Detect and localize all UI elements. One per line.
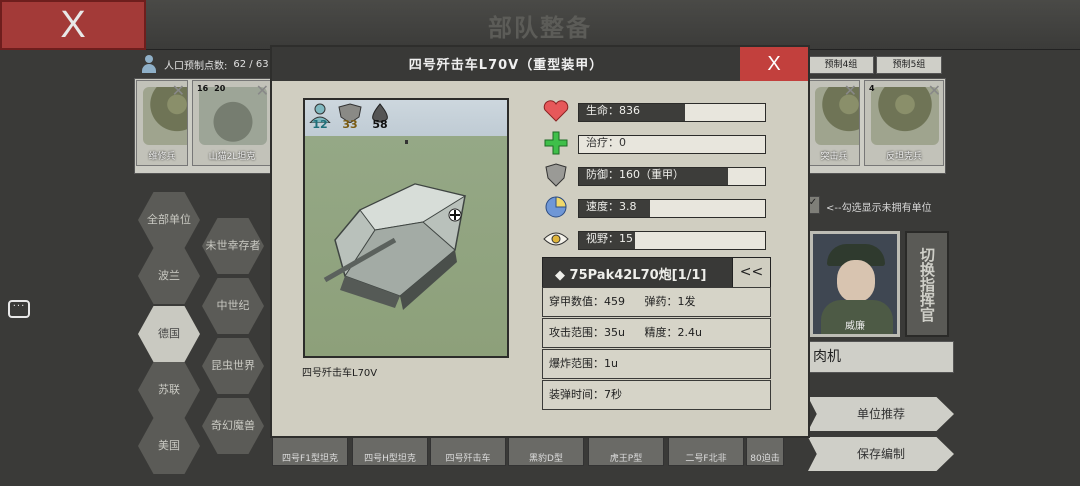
faction-germany[interactable]: 德国: [138, 306, 200, 362]
weapon-row-penetration: 穿甲数值：459 弹药：1发: [542, 287, 771, 317]
heart-icon: [542, 99, 570, 123]
eye-icon: [542, 227, 570, 251]
stat-hp: 生命：836: [542, 99, 772, 123]
deck-unit-card[interactable]: 4 ✕ 反坦克兵: [864, 80, 944, 166]
commander-unit-name: 肉机: [808, 341, 954, 373]
tank-destroyer-art: [323, 140, 467, 310]
bottom-unit-card[interactable]: 二号F北非: [668, 436, 744, 466]
armor-badge: 16: [197, 84, 209, 93]
stat-label: 防御：160（重甲）: [586, 168, 684, 181]
population-counter: 人口预制点数: 62 / 63: [140, 54, 269, 74]
shield-icon: [542, 163, 570, 187]
remove-icon[interactable]: ✕: [256, 81, 269, 100]
stat-speed: 速度：3.8: [542, 195, 772, 219]
commander-portrait[interactable]: 威廉: [810, 231, 900, 337]
stat-vision: 视野：15: [542, 227, 772, 251]
stat-label: 治疗：0: [586, 136, 626, 149]
reload-value: 装弹时间：7秒: [549, 388, 622, 401]
faction-wasteland[interactable]: 未世幸存者: [202, 218, 264, 274]
population-badge: 12: [307, 103, 333, 131]
fuel-badge: 58: [367, 103, 393, 131]
population-badge-value: 12: [312, 118, 328, 131]
faction-medieval[interactable]: 中世纪: [202, 278, 264, 334]
accuracy-value: 精度：2.4u: [644, 326, 702, 339]
recommend-button[interactable]: 单位推荐: [808, 397, 954, 431]
screen-title: 部队整备: [488, 14, 592, 42]
tab-group-4[interactable]: 预制4组: [808, 56, 874, 74]
save-button[interactable]: 保存编制: [808, 437, 954, 471]
stat-defense: 防御：160（重甲）: [542, 163, 772, 187]
show-unowned-label: <--勾选显示未拥有单位: [826, 203, 932, 214]
deck-unit-card[interactable]: ✕ 维修兵: [136, 80, 188, 166]
unit-detail-dialog: 四号歼击车L70V（重型装甲） X 12 33 58 四号歼击车L70V 生命：…: [270, 45, 810, 438]
collapse-button[interactable]: <<: [732, 258, 770, 287]
person-icon: [140, 55, 158, 73]
deck-unit-card[interactable]: ✕ 突击兵: [808, 80, 860, 166]
bottom-unit-card[interactable]: 虎王P型: [588, 436, 664, 466]
faction-fantasy[interactable]: 奇幻魔兽: [202, 398, 264, 454]
armor-badge: 33: [337, 103, 363, 131]
population-label: 人口预制点数:: [164, 60, 228, 72]
dialog-title: 四号歼击车L70V（重型装甲）: [408, 58, 604, 73]
unit-name: 维修兵: [148, 152, 176, 162]
level-badge: 4: [869, 84, 875, 93]
faction-poland[interactable]: 波兰: [138, 248, 200, 304]
remove-icon[interactable]: ✕: [928, 81, 941, 100]
deck-unit-card[interactable]: 16 20 ✕ 山猫2L坦克: [192, 80, 272, 166]
weapon-row-reload: 装弹时间：7秒: [542, 380, 771, 410]
splash-value: 爆炸范围：1u: [549, 357, 618, 370]
stat-heal: 治疗：0: [542, 131, 772, 155]
unit-badges: 4: [869, 84, 875, 93]
ammo-value: 弹药：1发: [644, 295, 696, 308]
bottom-unit-card[interactable]: 黑豹D型: [508, 436, 584, 466]
bottom-unit-card[interactable]: 四号歼击车: [430, 436, 506, 466]
bottom-unit-card[interactable]: 80迫击: [746, 436, 784, 466]
chat-icon[interactable]: ···: [8, 300, 30, 318]
penetration-value: 穿甲数值：459: [549, 295, 625, 308]
unit-preview-image: 12 33 58: [303, 98, 509, 358]
stat-label: 视野：15: [586, 232, 633, 245]
armor-badge-value: 33: [342, 118, 358, 131]
population-value: 62 / 63: [233, 58, 269, 70]
commander-name: 威廉: [845, 321, 865, 332]
stat-label: 速度：3.8: [586, 200, 637, 213]
remove-icon[interactable]: ✕: [844, 81, 857, 100]
dialog-close-button[interactable]: X: [740, 47, 808, 81]
unit-name: 山猫2L坦克: [208, 152, 256, 162]
faction-ussr[interactable]: 苏联: [138, 362, 200, 418]
faction-usa[interactable]: 美国: [138, 418, 200, 474]
switch-commander-button[interactable]: 切换指挥官: [905, 231, 949, 337]
unit-name: 突击兵: [820, 152, 848, 162]
fuel-badge-value: 58: [372, 118, 388, 131]
tab-group-5[interactable]: 预制5组: [876, 56, 942, 74]
speed-icon: [542, 195, 570, 219]
bottom-unit-card[interactable]: 四号H型坦克: [352, 436, 428, 466]
unit-name: 反坦克兵: [885, 152, 922, 162]
unit-caption: 四号歼击车L70V: [302, 368, 378, 379]
weapon-header: ◆ 75Pak42L70炮[1/1] <<: [542, 257, 771, 288]
screen-close-button[interactable]: X: [0, 0, 146, 50]
bottom-unit-card[interactable]: 四号F1型坦克: [272, 436, 348, 466]
faction-all[interactable]: 全部单位: [138, 192, 200, 248]
weapon-row-range: 攻击范围：35u 精度：2.4u: [542, 318, 771, 348]
fuel-badge: 20: [214, 84, 226, 93]
remove-icon[interactable]: ✕: [172, 81, 185, 100]
weapon-name: ◆ 75Pak42L70炮[1/1]: [555, 268, 707, 283]
weapon-row-splash: 爆炸范围：1u: [542, 349, 771, 379]
range-value: 攻击范围：35u: [549, 326, 625, 339]
faction-insects[interactable]: 昆虫世界: [202, 338, 264, 394]
plus-icon: [542, 131, 570, 155]
stat-label: 生命：836: [586, 104, 640, 117]
unit-badges: 16 20: [197, 84, 225, 93]
